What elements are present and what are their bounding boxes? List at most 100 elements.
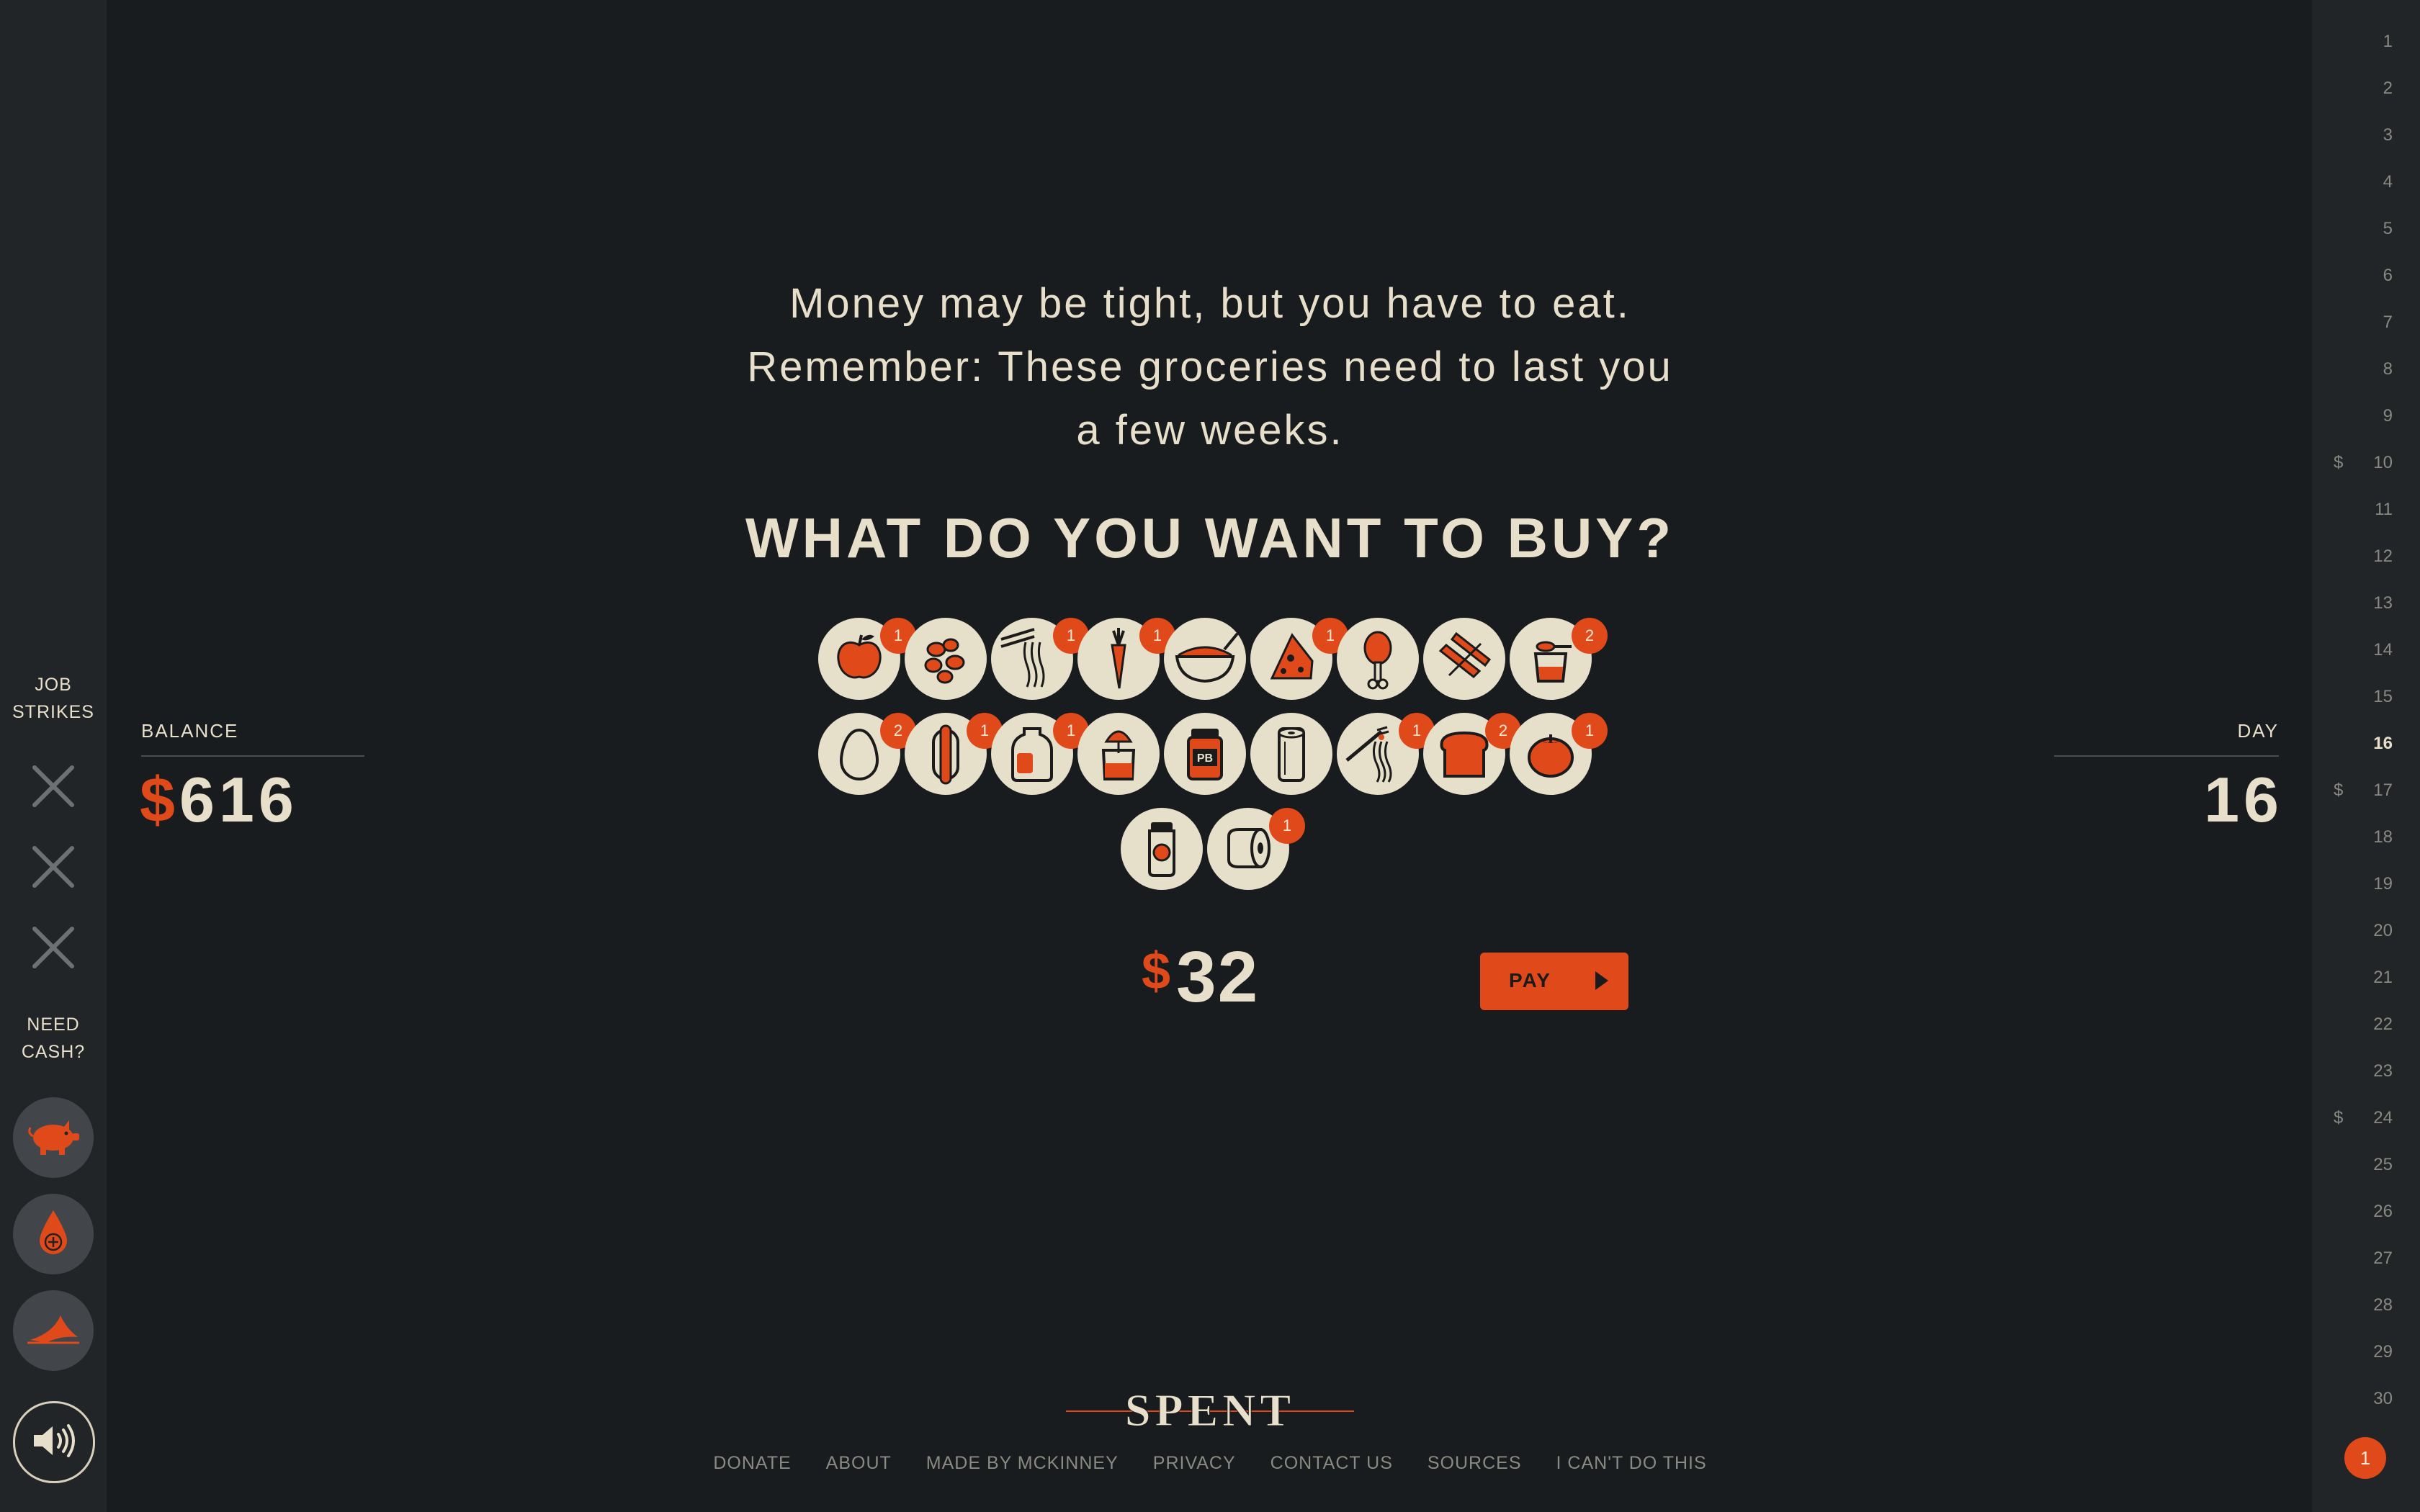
day-number: 15 [2373, 687, 2393, 706]
pay-button-label: PAY [1509, 969, 1551, 991]
grocery-item-cereal[interactable] [1164, 618, 1246, 700]
grocery-item-carrot[interactable]: 1 [1077, 618, 1175, 700]
day-number: 7 [2383, 312, 2393, 332]
cart-total: $32 [1142, 936, 1259, 1019]
piggy-bank-button[interactable] [13, 1097, 94, 1178]
need-cash-label: NEED CASH? [0, 1011, 107, 1066]
footer-link-sources[interactable]: SOURCES [1428, 1453, 1522, 1474]
day-number: 12 [2373, 546, 2393, 566]
rent-due-marker: $ [2334, 453, 2344, 472]
day-number: 24 [2373, 1108, 2393, 1128]
blood-drop-icon [35, 1207, 71, 1261]
footer-link-contact[interactable]: CONTACT US [1270, 1453, 1393, 1474]
grocery-item-juice[interactable] [1077, 713, 1160, 795]
close-icon [30, 924, 76, 971]
day-number: 26 [2373, 1202, 2393, 1221]
grocery-item-apple[interactable]: 1 [818, 618, 916, 700]
day-number: 28 [2373, 1295, 2393, 1315]
peanuts-icon [924, 638, 965, 684]
close-icon [30, 844, 76, 890]
left-sidebar: JOB STRIKES NEED CASH? [0, 0, 107, 1512]
job-strikes-label-line1: JOB [35, 675, 72, 695]
balance-label: BALANCE [141, 720, 239, 742]
day-number: 10 [2373, 453, 2393, 472]
grocery-item-tomato[interactable]: 1 [1510, 713, 1608, 795]
day-number: 11 [2375, 500, 2393, 519]
footer-link-cant-do-this[interactable]: I CAN'T DO THIS [1556, 1453, 1707, 1474]
spent-logo: SPENT [1066, 1381, 1354, 1439]
grocery-item-spaghetti[interactable]: 1 [1337, 713, 1435, 795]
chicken-leg-icon [1363, 631, 1392, 690]
balance-amount: 616 [179, 764, 298, 835]
piggy-bank-icon [24, 1115, 82, 1161]
day-number: 23 [2373, 1061, 2393, 1081]
day-number: 3 [2383, 125, 2393, 145]
day-number: 8 [2383, 359, 2393, 379]
footer-link-about[interactable]: ABOUT [826, 1453, 892, 1474]
pay-button[interactable]: PAY [1480, 953, 1628, 1010]
grocery-item-cheese[interactable]: 1 [1250, 618, 1348, 700]
peanut-butter-jar-icon: PB [1187, 729, 1223, 780]
balance-value: $616 [140, 763, 298, 837]
job-strikes-label: JOB STRIKES [0, 671, 107, 726]
day-number: 19 [2373, 874, 2393, 894]
grocery-item-milk[interactable]: 1 [991, 713, 1089, 795]
balance-currency: $ [140, 764, 179, 835]
intro-line-2: Remember: These groceries need to last y… [747, 343, 1673, 390]
intro-line-1: Money may be tight, but you have to eat. [789, 280, 1631, 327]
close-icon [30, 763, 76, 809]
footer-link-donate[interactable]: DONATE [713, 1453, 791, 1474]
speaker-icon [31, 1423, 77, 1462]
grocery-item-ramen[interactable]: 1 [991, 618, 1089, 700]
month-indicator: 1 [2344, 1437, 2386, 1479]
rent-due-marker: $ [2334, 1108, 2344, 1128]
day-value: 16 [2204, 764, 2283, 835]
question-heading: WHAT DO YOU WANT TO BUY? [745, 506, 1675, 570]
day-number: 17 [2373, 780, 2393, 800]
grocery-item-hot-dog[interactable]: 1 [905, 713, 1003, 795]
day-number: 25 [2373, 1155, 2393, 1174]
day-number: 27 [2373, 1248, 2393, 1268]
play-arrow-icon [1595, 971, 1608, 990]
job-strikes-label-line2: STRIKES [12, 702, 94, 722]
grocery-item-bacon[interactable] [1423, 618, 1505, 700]
cereal-bowl-icon [1175, 632, 1239, 683]
intro-text: Money may be tight, but you have to eat.… [720, 272, 1700, 462]
sound-toggle-button[interactable] [13, 1401, 95, 1483]
day-number: 30 [2373, 1389, 2393, 1408]
svg-text:PB: PB [1197, 752, 1213, 765]
day-number: 5 [2383, 219, 2393, 238]
juice-carton-icon [1101, 730, 1136, 780]
donate-blood-button[interactable] [13, 1194, 94, 1274]
day-divider [2054, 755, 2279, 757]
day-number: 6 [2383, 266, 2393, 285]
grocery-item-chicken[interactable] [1337, 618, 1419, 700]
day-number: 18 [2373, 827, 2393, 847]
grocery-item-peanut-butter[interactable]: PB [1164, 713, 1246, 795]
grocery-item-paper-towel[interactable] [1250, 713, 1332, 795]
rent-due-marker: $ [2334, 780, 2344, 800]
day-number: 4 [2383, 172, 2393, 192]
paper-towel-icon [1278, 727, 1305, 782]
footer-link-privacy[interactable]: PRIVACY [1153, 1453, 1236, 1474]
grocery-item-bread[interactable]: 2 [1423, 713, 1521, 795]
footer-link-made-by[interactable]: MADE BY MCKINNEY [926, 1453, 1119, 1474]
grocery-item-egg[interactable]: 2 [818, 713, 916, 795]
grocery-item-baking-mix[interactable]: 2 [1510, 618, 1608, 700]
payday-loan-button[interactable] [13, 1290, 94, 1371]
day-number: 16 [2373, 734, 2393, 753]
footer-nav: DONATE ABOUT MADE BY MCKINNEY PRIVACY CO… [713, 1453, 1706, 1474]
day-number: 1 [2383, 32, 2393, 51]
day-number: 29 [2373, 1342, 2393, 1362]
grocery-item-tomato-sauce[interactable] [1121, 808, 1203, 890]
bacon-icon [1438, 631, 1492, 678]
grocery-item-peanuts[interactable] [905, 618, 987, 700]
need-cash-label-line2: CASH? [21, 1042, 86, 1062]
day-number: 2 [2383, 78, 2393, 98]
need-cash-label-line1: NEED [27, 1014, 80, 1035]
total-currency: $ [1142, 942, 1173, 1000]
total-amount: 32 [1176, 937, 1260, 1017]
day-number: 13 [2373, 593, 2393, 613]
grocery-item-toilet-paper[interactable]: 1 [1207, 808, 1305, 890]
item-count-badge: 2 [1572, 618, 1608, 654]
